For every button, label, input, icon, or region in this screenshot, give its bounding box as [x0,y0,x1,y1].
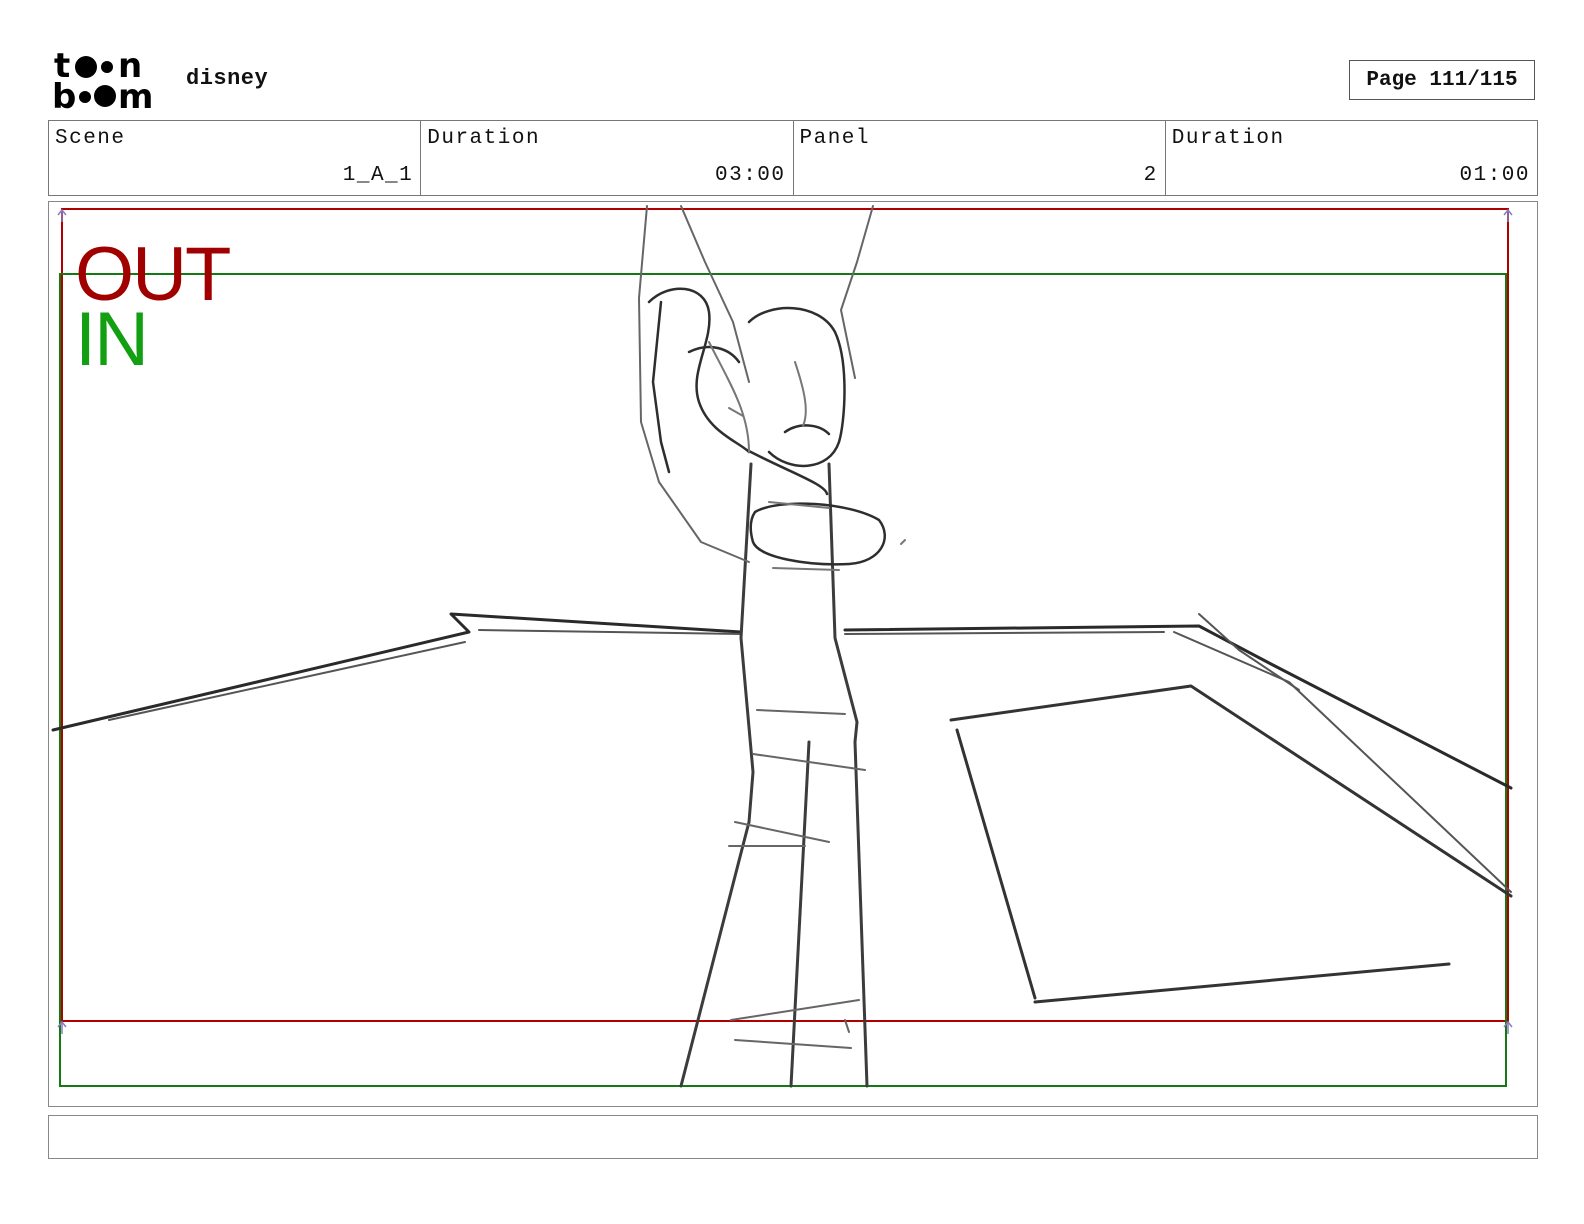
scene-duration-label: Duration [427,127,541,150]
panel-value: 2 [1143,164,1158,187]
svg-text:b: b [52,77,76,112]
page-indicator: Page 111/115 [1349,60,1535,100]
svg-text:m: m [118,77,153,112]
storyboard-sketch: OUT IN [51,205,1513,1088]
scene-duration-cell: Duration 03:00 [421,121,794,195]
out-frame [61,208,1509,1022]
toon-boom-logo-icon: t n b m [52,46,153,117]
caption-box[interactable] [48,1115,1538,1159]
sketch-lines [51,205,1513,1088]
in-label: IN [75,297,147,382]
scene-value: 1_A_1 [342,164,414,187]
storyboard-panel-frame: OUT IN [48,201,1538,1107]
in-frame [59,273,1507,1087]
panel-duration-label: Duration [1171,127,1285,150]
scene-duration-value: 03:00 [714,164,786,187]
panel-duration-value: 01:00 [1459,164,1530,187]
frame-corner-markers [57,208,1513,1034]
panel-label: Panel [799,127,871,150]
project-name: disney [186,66,269,91]
scene-info-bar: Scene 1_A_1 Duration 03:00 Panel 2 Durat… [48,120,1538,196]
scene-label: Scene [55,127,126,150]
panel-cell: Panel 2 [794,121,1166,195]
panel-duration-cell: Duration 01:00 [1166,121,1537,195]
scene-cell: Scene 1_A_1 [49,121,422,195]
toon-boom-logo: t n b m [52,46,164,117]
